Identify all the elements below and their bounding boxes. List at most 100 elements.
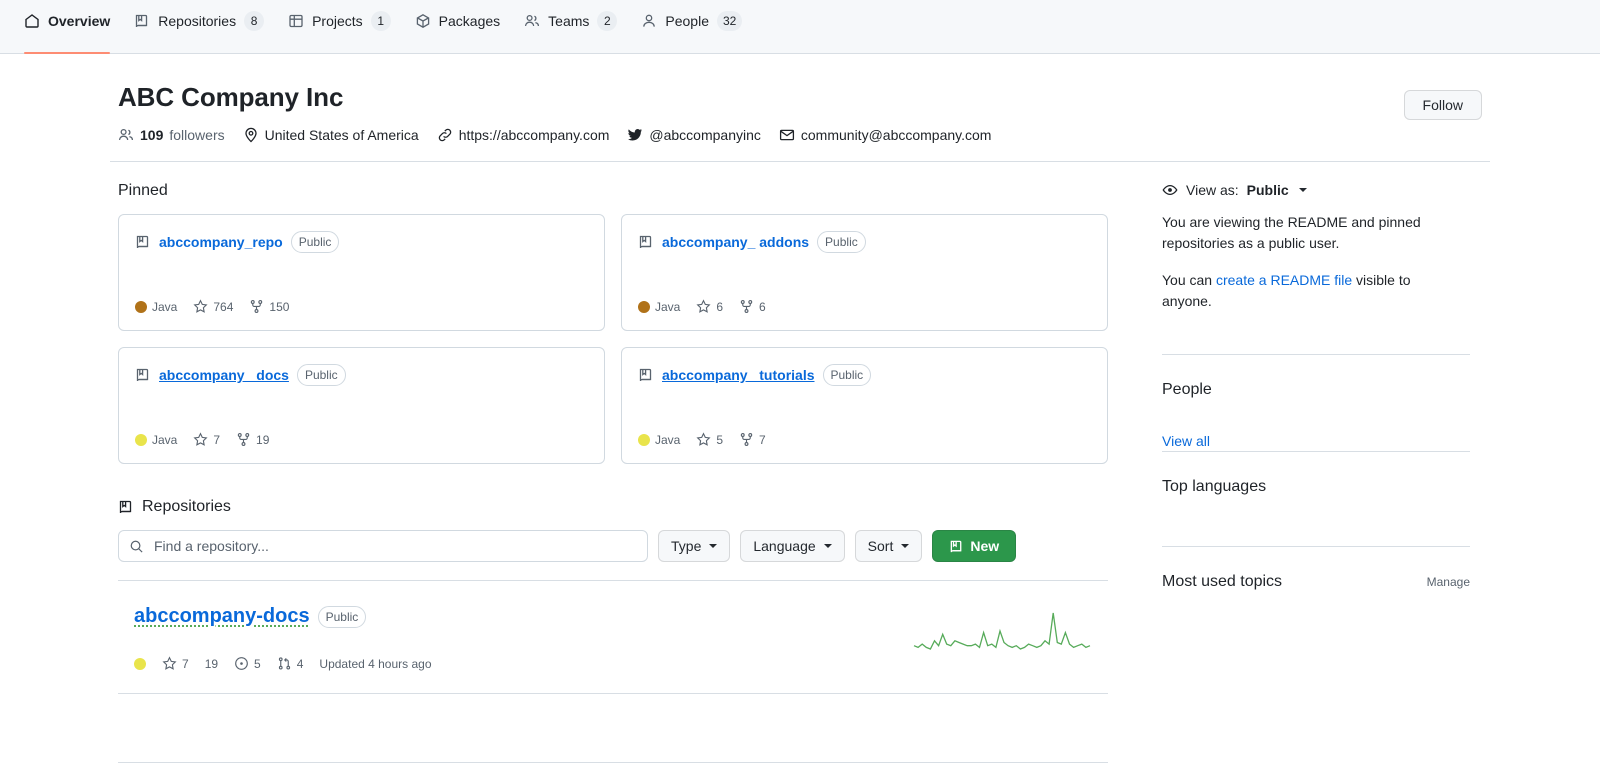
fork-icon — [249, 299, 264, 314]
visibility-badge: Public — [290, 231, 340, 253]
people-view-all-link[interactable]: View all — [1162, 433, 1210, 449]
pinned-card-header: abccompany_repo Public — [135, 231, 588, 253]
pinned-card[interactable]: abccompany_ tutorials Public Java 5 7 — [621, 347, 1108, 464]
repo-icon — [638, 234, 654, 250]
repository-row: Public — [118, 694, 1108, 763]
stars-count: 764 — [213, 299, 234, 314]
repository-row: abccompany-docs Public 7 19 5 4 Updated … — [118, 581, 1108, 694]
nav-tab-people[interactable]: People 32 — [633, 0, 750, 53]
repository-link[interactable]: abccompany-docs — [134, 605, 310, 628]
new-repository-button[interactable]: New — [932, 530, 1017, 562]
pinned-repo-link[interactable]: abccompany_ docs — [159, 367, 289, 383]
top-languages-block: Top languages — [1162, 451, 1470, 546]
twitter-link[interactable]: @abccompanyinc — [627, 127, 761, 143]
people-heading-row: People — [1162, 381, 1470, 399]
pinned-repo-link[interactable]: abccompany_repo — [159, 234, 283, 250]
pinned-card[interactable]: abccompany_ docs Public Java 7 19 — [118, 347, 605, 464]
nav-tab-projects-count: 1 — [370, 10, 391, 31]
location-pin-icon — [243, 127, 259, 143]
forks-stat[interactable]: 19 — [236, 432, 269, 447]
repository-title-row: abccompany-docs Public — [134, 605, 912, 628]
email-link[interactable]: community@abccompany.com — [779, 127, 992, 143]
language-color-dot — [638, 300, 650, 313]
repo-icon — [118, 499, 134, 515]
star-icon — [162, 656, 177, 671]
sort-button[interactable]: Sort — [854, 530, 923, 562]
stars-stat[interactable]: 7 — [162, 656, 189, 671]
organization-header: ABC Company Inc 109 followers United Sta… — [110, 54, 1490, 162]
website-link[interactable]: https://abccompany.com — [437, 127, 610, 143]
issues-count: 5 — [254, 656, 261, 671]
star-icon — [193, 432, 208, 447]
language-color-dot — [135, 300, 147, 313]
mail-icon — [779, 127, 795, 143]
create-readme-prefix: You can — [1162, 272, 1216, 288]
follow-button[interactable]: Follow — [1403, 90, 1482, 120]
stars-stat[interactable]: 764 — [193, 299, 233, 314]
sparkline-svg — [913, 612, 1091, 650]
filter-language-label: Language — [753, 538, 816, 554]
followers-label: followers — [169, 127, 225, 143]
language-color-dot — [134, 657, 146, 670]
create-readme-link[interactable]: create a README file — [1216, 272, 1352, 288]
forks-count: 7 — [759, 432, 766, 447]
repositories-heading: Repositories — [142, 498, 231, 515]
forks-stat[interactable]: 150 — [249, 299, 289, 314]
pinned-card[interactable]: abccompany_ addons Public Java 6 6 — [621, 214, 1108, 331]
pinned-repo-link[interactable]: abccompany_ tutorials — [662, 367, 815, 383]
pinned-card-stats: Java 6 6 — [638, 299, 1091, 314]
new-repository-label: New — [970, 538, 1000, 554]
pinned-card-stats: Java 764 150 — [135, 299, 588, 314]
forks-count: 6 — [759, 299, 766, 314]
organization-identity: ABC Company Inc 109 followers United Sta… — [118, 82, 991, 143]
package-icon — [415, 13, 431, 29]
website-text: https://abccompany.com — [458, 127, 610, 143]
create-readme-notice: You can create a README file visible to … — [1162, 270, 1432, 312]
repository-row-info: Public — [134, 718, 1092, 740]
readme-notice: You are viewing the README and pinned re… — [1162, 214, 1421, 251]
manage-topics-link[interactable]: Manage — [1427, 575, 1470, 589]
email-text: community@abccompany.com — [800, 127, 992, 143]
stars-stat[interactable]: 6 — [696, 299, 723, 314]
pinned-card[interactable]: abccompany_repo Public Java 764 150 — [118, 214, 605, 331]
filter-type-button[interactable]: Type — [658, 530, 731, 562]
view-as-selector[interactable]: View as: Public — [1162, 182, 1470, 198]
view-as-block: View as: Public You are viewing the READ… — [1162, 182, 1470, 354]
forks-stat[interactable]: 6 — [739, 299, 766, 314]
repositories-heading-row: Repositories — [118, 498, 1108, 516]
most-used-topics-heading-row: Most used topics Manage — [1162, 573, 1470, 591]
followers-link[interactable]: 109 followers — [118, 127, 225, 143]
filter-language-button[interactable]: Language — [740, 530, 845, 562]
search-input[interactable] — [152, 537, 637, 555]
twitter-icon — [627, 127, 643, 143]
forks-stat[interactable]: 19 — [205, 657, 218, 671]
pull-request-icon — [277, 656, 292, 671]
stars-stat[interactable]: 7 — [193, 432, 220, 447]
nav-tab-repositories[interactable]: Repositories 8 — [126, 0, 272, 53]
forks-stat[interactable]: 7 — [739, 432, 766, 447]
repository-row-info: abccompany-docs Public 7 19 5 4 Updated … — [134, 605, 912, 671]
top-languages-heading-row: Top languages — [1162, 478, 1470, 496]
nav-tab-teams[interactable]: Teams 2 — [516, 0, 625, 53]
repo-search-wrapper[interactable] — [118, 530, 648, 562]
followers-count: 109 — [140, 127, 164, 143]
pinned-repo-link[interactable]: abccompany_ addons — [662, 234, 809, 250]
pinned-card-header: abccompany_ tutorials Public — [638, 364, 1091, 386]
nav-tab-repositories-count: 8 — [244, 10, 265, 31]
chevron-down-icon — [823, 544, 832, 548]
star-icon — [696, 299, 711, 314]
fork-icon — [236, 432, 251, 447]
nav-tab-overview[interactable]: Overview — [16, 0, 118, 54]
visibility-badge: Public — [822, 364, 872, 386]
nav-tab-packages[interactable]: Packages — [407, 0, 508, 53]
nav-tab-teams-count: 2 — [597, 10, 618, 31]
repositories-toolbar: Type Language Sort — [118, 530, 1108, 562]
stars-stat[interactable]: 5 — [696, 432, 723, 447]
nav-tab-projects[interactable]: Projects 1 — [280, 0, 399, 53]
repo-icon — [135, 234, 151, 250]
pinned-card-stats: Java 5 7 — [638, 432, 1091, 447]
visibility-badge: Public — [296, 364, 346, 386]
people-heading: People — [1162, 381, 1212, 398]
pull-requests-stat[interactable]: 4 — [277, 656, 303, 671]
issues-stat[interactable]: 5 — [234, 656, 261, 671]
